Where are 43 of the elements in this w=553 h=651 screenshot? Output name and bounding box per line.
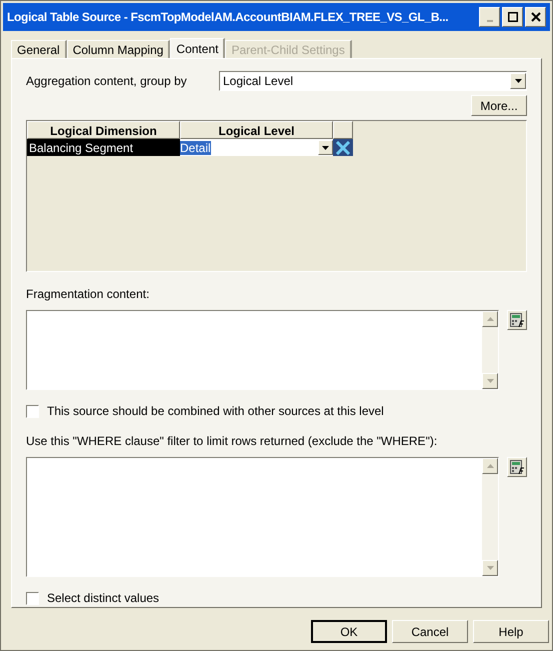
where-clause-field[interactable] (26, 457, 499, 577)
scroll-down-icon (486, 379, 494, 383)
dialog-button[interactable]: Cancel (392, 620, 468, 643)
scroll-down-icon (486, 566, 494, 570)
checkbox[interactable] (26, 592, 39, 604)
expression-builder-button[interactable] (507, 457, 527, 477)
caret-icon (514, 79, 522, 83)
tab[interactable]: General (11, 40, 67, 58)
scrollbar[interactable] (482, 311, 498, 389)
tab[interactable]: Column Mapping (66, 40, 170, 58)
calculator-icon (510, 460, 524, 474)
delete-button[interactable] (333, 139, 353, 156)
more-button[interactable]: More... (471, 95, 527, 116)
dialog-button[interactable]: OK (311, 620, 387, 643)
column-header: Logical Level (180, 121, 333, 139)
checkbox[interactable] (26, 404, 39, 418)
checkbox-label: This source should be combined with other sources at this level (47, 403, 384, 420)
checkbox-label: Select distinct values (47, 590, 160, 607)
close-button[interactable] (525, 7, 546, 27)
section-label: Use this "WHERE clause" filter to limit rows returned (exclude the "WHERE"): (26, 433, 438, 450)
minimize-button[interactable] (479, 7, 500, 27)
scroll-up-icon (486, 317, 494, 321)
calculator-icon (510, 312, 524, 328)
scroll-up-icon (486, 464, 494, 468)
minimize-icon (486, 20, 492, 22)
maximize-icon (508, 12, 518, 22)
dialog-button[interactable]: Help (473, 620, 549, 643)
level-dropdown[interactable]: Detail (180, 139, 333, 156)
dropdown[interactable]: Logical Level (219, 71, 527, 91)
expression-builder-button[interactable] (507, 310, 527, 330)
table-cell[interactable]: Balancing Segment (27, 139, 180, 156)
column-header (333, 121, 353, 139)
caret-icon (322, 146, 329, 150)
window-title: Logical Table Source - FscmTopModelAM.AccountBIAM.FLEX_TREE_VS_GL_B... (7, 9, 450, 26)
tab[interactable]: Content (170, 38, 226, 58)
column-header: Logical Dimension (27, 121, 180, 139)
x-icon (335, 140, 351, 154)
fragmentation-field[interactable] (26, 310, 499, 390)
scrollbar[interactable] (482, 458, 498, 576)
maximize-button[interactable] (502, 7, 523, 27)
field-label: Aggregation content, group by (26, 73, 188, 90)
section-label: Fragmentation content: (26, 286, 150, 303)
close-icon (530, 12, 540, 22)
